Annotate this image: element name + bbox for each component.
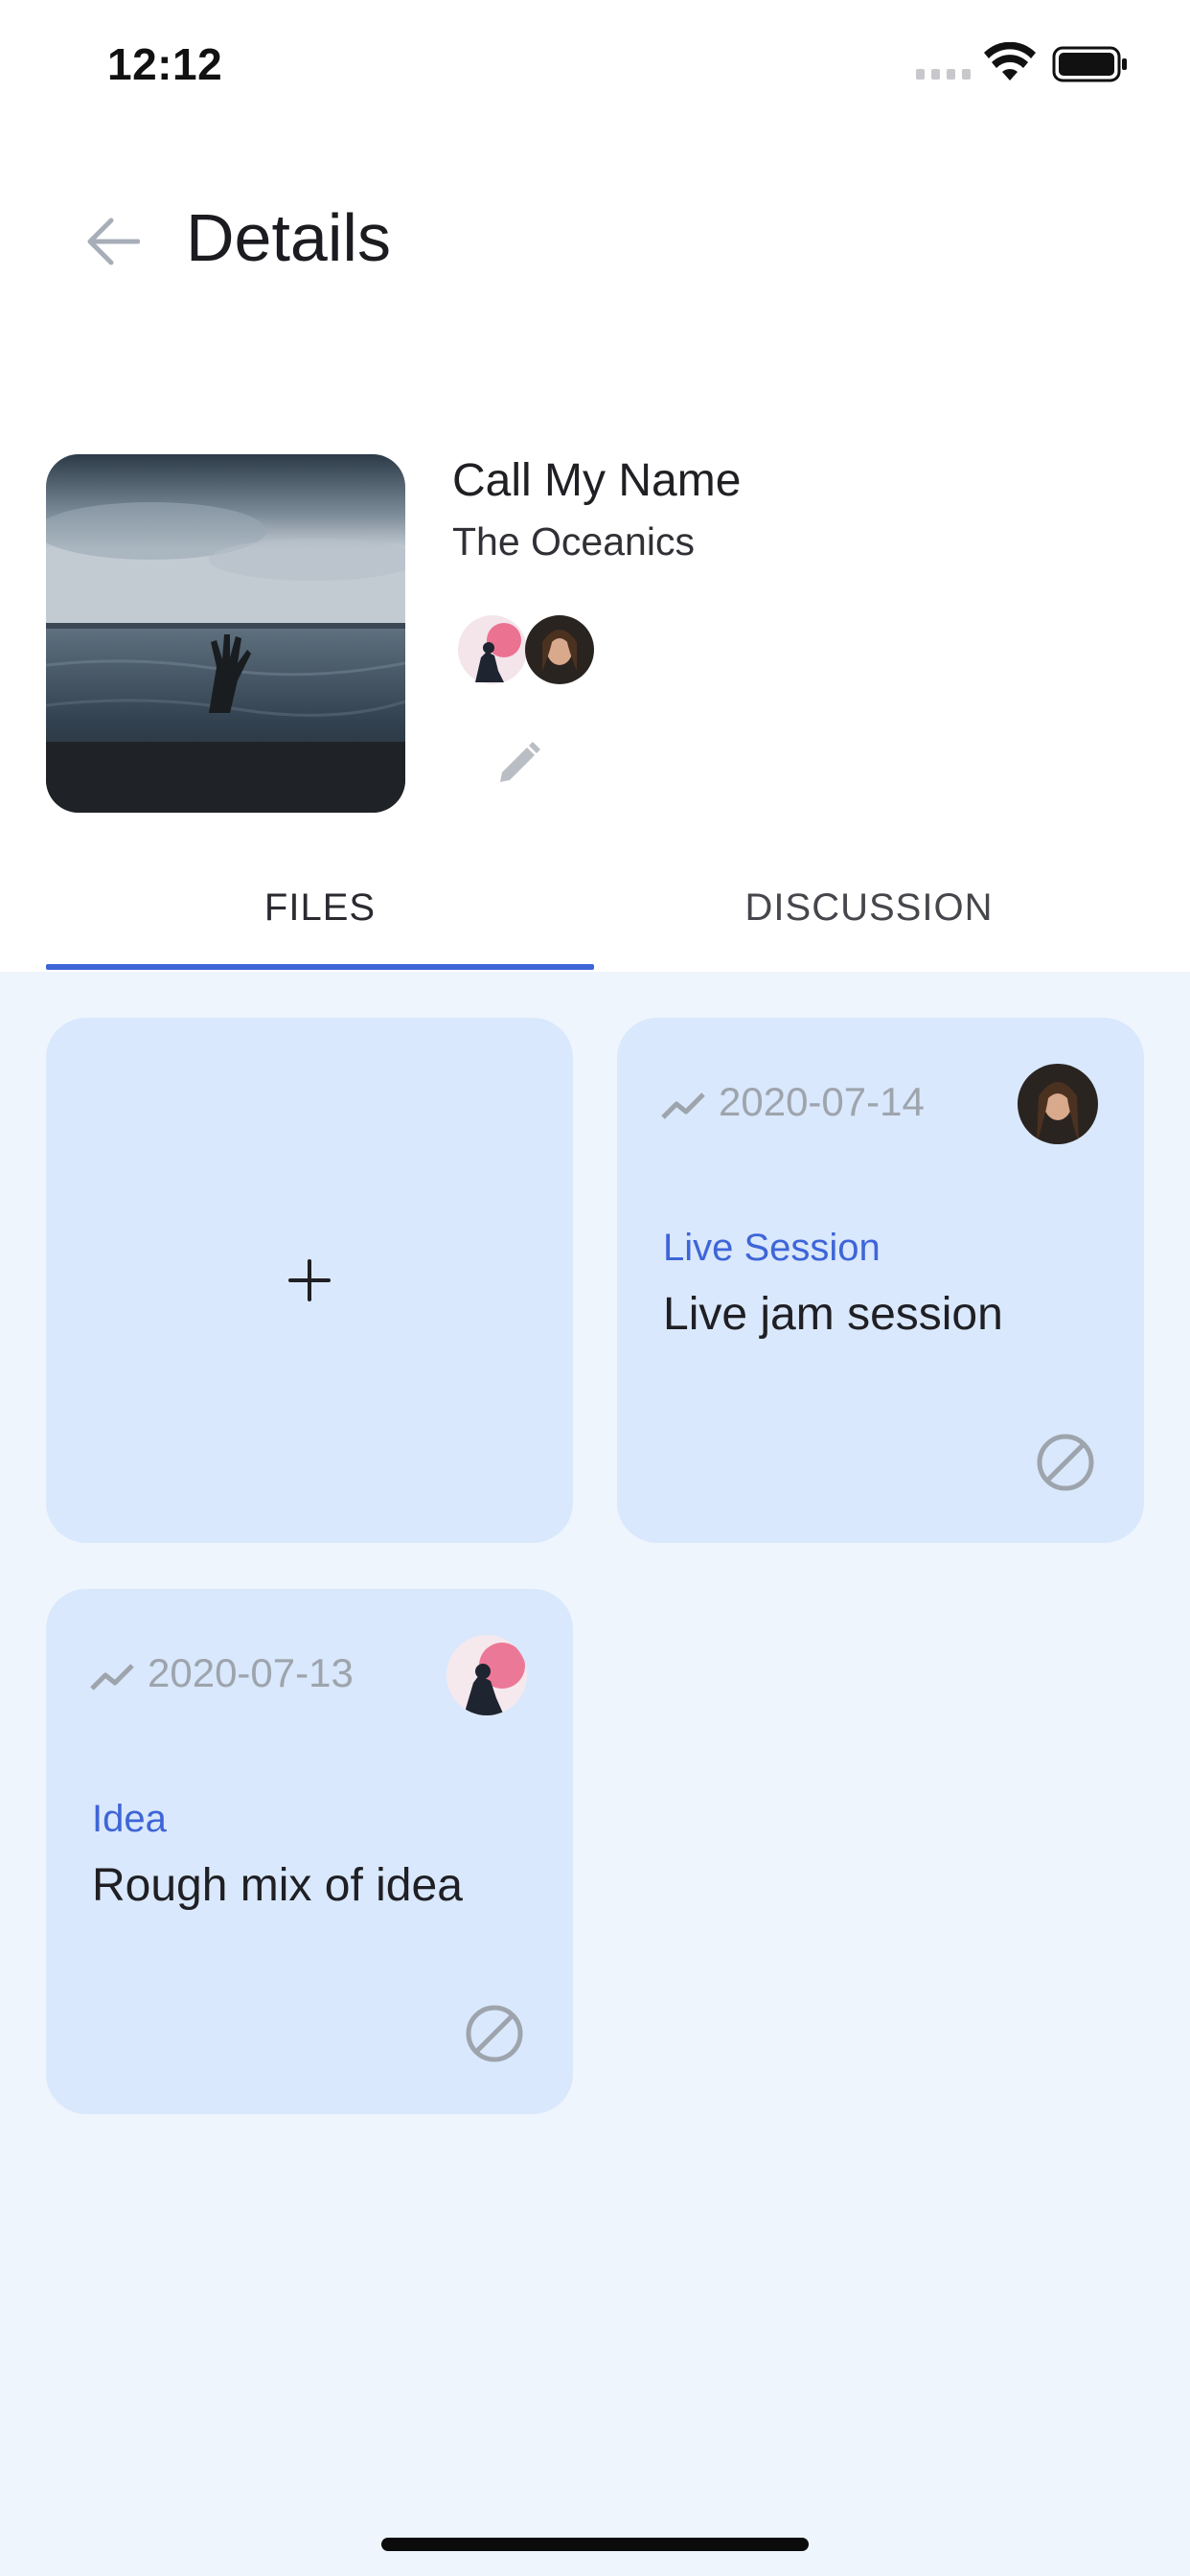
file-type: Idea bbox=[92, 1798, 167, 1840]
trend-icon bbox=[661, 1092, 705, 1119]
song-title: Call My Name bbox=[452, 455, 742, 506]
edit-pencil-icon[interactable] bbox=[494, 740, 542, 788]
file-description: Live jam session bbox=[663, 1289, 1003, 1340]
wifi-icon bbox=[984, 42, 1036, 80]
tab-files[interactable]: FILES bbox=[46, 843, 594, 972]
signal-icon bbox=[916, 69, 971, 80]
block-icon[interactable] bbox=[1035, 1432, 1096, 1493]
tab-indicator bbox=[46, 964, 594, 970]
file-type: Live Session bbox=[663, 1227, 881, 1269]
file-card[interactable]: 2020-07-13 Idea Rough mix of idea bbox=[46, 1589, 573, 2114]
file-date: 2020-07-13 bbox=[148, 1650, 354, 1695]
page-title: Details bbox=[186, 200, 391, 275]
tab-discussion[interactable]: DISCUSSION bbox=[594, 843, 1144, 972]
collaborator-avatars[interactable] bbox=[456, 613, 600, 686]
trend-icon bbox=[90, 1664, 134, 1690]
album-cover bbox=[46, 454, 405, 813]
file-description: Rough mix of idea bbox=[92, 1860, 463, 1911]
artist-name: The Oceanics bbox=[452, 519, 695, 564]
plus-icon bbox=[288, 1259, 331, 1301]
back-arrow-icon[interactable] bbox=[86, 217, 140, 266]
block-icon[interactable] bbox=[464, 2003, 525, 2064]
file-card[interactable]: 2020-07-14 Live Session Live jam session bbox=[617, 1018, 1144, 1543]
battery-icon bbox=[1052, 46, 1127, 82]
status-time: 12:12 bbox=[107, 39, 223, 89]
uploader-avatar bbox=[1018, 1064, 1098, 1144]
file-date: 2020-07-14 bbox=[719, 1079, 925, 1124]
home-indicator[interactable] bbox=[381, 2538, 809, 2551]
add-file-button[interactable] bbox=[46, 1018, 573, 1543]
uploader-avatar bbox=[446, 1635, 527, 1715]
